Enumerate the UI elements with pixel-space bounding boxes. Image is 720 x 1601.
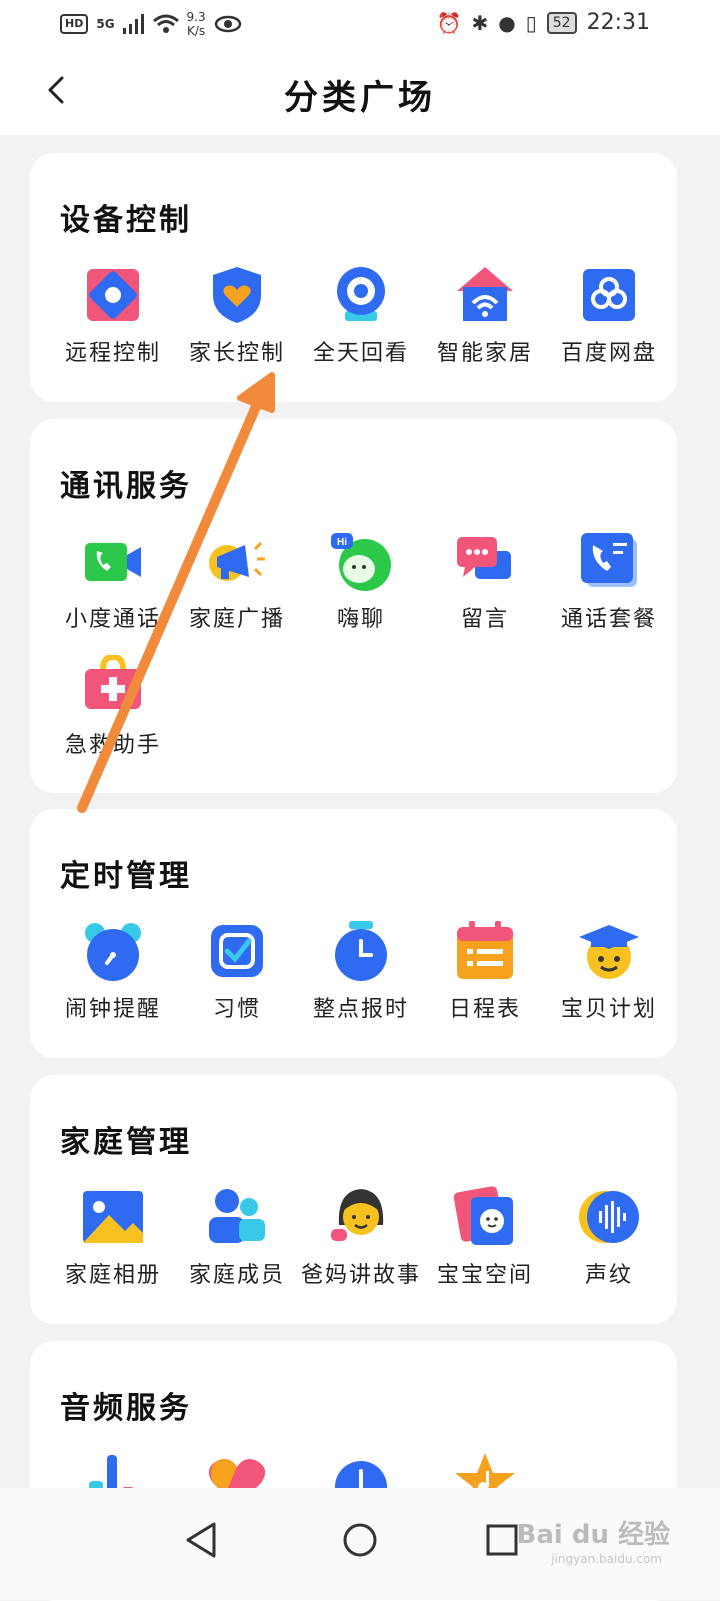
voiceprint-item[interactable]: 声纹 bbox=[547, 1185, 671, 1289]
alarm-clock-icon bbox=[85, 923, 141, 981]
megaphone-icon bbox=[209, 541, 265, 581]
item-label: 闹钟提醒 bbox=[64, 997, 161, 1022]
location-icon: ● bbox=[498, 10, 516, 35]
section-title: 音频服务 bbox=[60, 1391, 192, 1426]
nav-back-icon[interactable] bbox=[172, 1510, 232, 1570]
item-label: 百度网盘 bbox=[560, 341, 657, 366]
message-bubble-icon bbox=[457, 537, 511, 579]
status-bar: HD 5G 9.3 K/s ⏰ ✱ ● ▯ 52 22:31 bbox=[0, 0, 720, 50]
baidu-netdisk-item[interactable]: 百度网盘 bbox=[547, 263, 671, 367]
remote-control-icon bbox=[87, 269, 139, 321]
all-day-playback-item[interactable]: 全天回看 bbox=[299, 263, 423, 367]
parents-story-item[interactable]: 爸妈讲故事 bbox=[299, 1185, 423, 1289]
item-label: 家庭广播 bbox=[188, 607, 285, 632]
item-label: 全天回看 bbox=[312, 341, 409, 366]
item-label: 急救助手 bbox=[64, 733, 161, 758]
section-timing: 定时管理 闹钟提醒 习惯 整点报时 日程表 宝贝计划 bbox=[30, 809, 677, 1058]
stopwatch-icon bbox=[335, 921, 387, 981]
camera-icon bbox=[337, 267, 385, 321]
system-nav-bar: Bai du 经验 jingyan.baidu.com bbox=[0, 1488, 720, 1600]
alarm-icon: ⏰ bbox=[436, 10, 462, 35]
first-aid-kit-icon bbox=[85, 655, 141, 709]
baby-card-icon bbox=[453, 1186, 513, 1245]
first-aid-item[interactable]: 急救助手 bbox=[51, 655, 175, 759]
section-title: 家庭管理 bbox=[60, 1125, 192, 1160]
vibrate-icon: ▯ bbox=[525, 10, 537, 35]
network-label: 5G bbox=[96, 17, 115, 31]
nav-bar: 分类广场 bbox=[0, 50, 720, 135]
alarm-reminder-item[interactable]: 闹钟提醒 bbox=[51, 919, 175, 1023]
section-communication: 通讯服务 小度通话 家庭广播 Hi 嗨聊 留言 通话套餐 急救助手 bbox=[30, 419, 677, 793]
voiceprint-icon bbox=[579, 1191, 639, 1243]
phone-card-icon bbox=[581, 533, 637, 587]
network-speed: 9.3 K/s bbox=[186, 10, 206, 38]
smart-home-icon bbox=[457, 267, 513, 321]
wifi-icon bbox=[152, 14, 179, 33]
item-label: 智能家居 bbox=[436, 341, 533, 366]
storyteller-icon bbox=[331, 1189, 384, 1241]
signal-icon bbox=[122, 14, 144, 34]
battery-icon: 52 bbox=[546, 11, 577, 34]
smart-home-item[interactable]: 智能家居 bbox=[423, 263, 547, 367]
item-label: 嗨聊 bbox=[336, 607, 385, 632]
video-call-icon bbox=[85, 543, 141, 581]
baby-plan-item[interactable]: 宝贝计划 bbox=[547, 919, 671, 1023]
section-title: 设备控制 bbox=[60, 203, 192, 238]
cloud-disk-icon bbox=[583, 269, 635, 321]
graduate-face-icon bbox=[579, 925, 639, 979]
item-label: 小度通话 bbox=[64, 607, 161, 632]
nav-home-icon[interactable] bbox=[330, 1510, 390, 1570]
xiaodu-call-item[interactable]: 小度通话 bbox=[51, 529, 175, 633]
message-item[interactable]: 留言 bbox=[423, 529, 547, 633]
hourly-chime-item[interactable]: 整点报时 bbox=[299, 919, 423, 1023]
item-label: 爸妈讲故事 bbox=[300, 1263, 421, 1288]
watermark-url: jingyan.baidu.com bbox=[551, 1552, 662, 1566]
chat-item[interactable]: Hi 嗨聊 bbox=[299, 529, 423, 633]
family-broadcast-item[interactable]: 家庭广播 bbox=[175, 529, 299, 633]
page-title: 分类广场 bbox=[284, 78, 436, 118]
item-label: 声纹 bbox=[584, 1263, 633, 1288]
schedule-item[interactable]: 日程表 bbox=[423, 919, 547, 1023]
item-label: 家庭相册 bbox=[64, 1263, 161, 1288]
parental-control-item[interactable]: 家长控制 bbox=[175, 263, 299, 367]
item-label: 整点报时 bbox=[312, 997, 409, 1022]
eye-icon bbox=[214, 15, 241, 33]
habit-item[interactable]: 习惯 bbox=[175, 919, 299, 1023]
item-label: 通话套餐 bbox=[560, 607, 657, 632]
svg-text:Hi: Hi bbox=[337, 537, 347, 548]
hd-icon: HD bbox=[60, 14, 89, 34]
call-plan-item[interactable]: 通话套餐 bbox=[547, 529, 671, 633]
item-label: 宝贝计划 bbox=[560, 997, 657, 1022]
section-device-control: 设备控制 远程控制 家长控制 全天回看 智能家居 百度网盘 bbox=[30, 153, 677, 402]
baby-space-item[interactable]: 宝宝空间 bbox=[423, 1185, 547, 1289]
checkmark-icon bbox=[211, 925, 263, 977]
hi-chat-icon: Hi bbox=[331, 533, 391, 591]
item-label: 远程控制 bbox=[64, 341, 161, 366]
section-title: 通讯服务 bbox=[60, 469, 192, 504]
item-label: 日程表 bbox=[448, 997, 521, 1022]
section-family: 家庭管理 家庭相册 家庭成员 爸妈讲故事 宝宝空间 声纹 bbox=[30, 1075, 677, 1324]
remote-control-item[interactable]: 远程控制 bbox=[51, 263, 175, 367]
bluetooth-icon: ✱ bbox=[471, 10, 489, 35]
calendar-icon bbox=[457, 921, 513, 979]
item-label: 习惯 bbox=[212, 997, 261, 1022]
item-label: 家长控制 bbox=[188, 341, 285, 366]
photo-album-icon bbox=[83, 1191, 143, 1243]
clock: 22:31 bbox=[586, 10, 650, 35]
section-title: 定时管理 bbox=[60, 859, 192, 894]
baidu-watermark: Bai du 经验 bbox=[516, 1520, 671, 1550]
item-label: 留言 bbox=[460, 607, 509, 632]
item-label: 宝宝空间 bbox=[436, 1263, 533, 1288]
family-album-item[interactable]: 家庭相册 bbox=[51, 1185, 175, 1289]
members-icon bbox=[209, 1189, 265, 1243]
parental-shield-icon bbox=[213, 267, 261, 323]
family-members-item[interactable]: 家庭成员 bbox=[175, 1185, 299, 1289]
item-label: 家庭成员 bbox=[188, 1263, 285, 1288]
